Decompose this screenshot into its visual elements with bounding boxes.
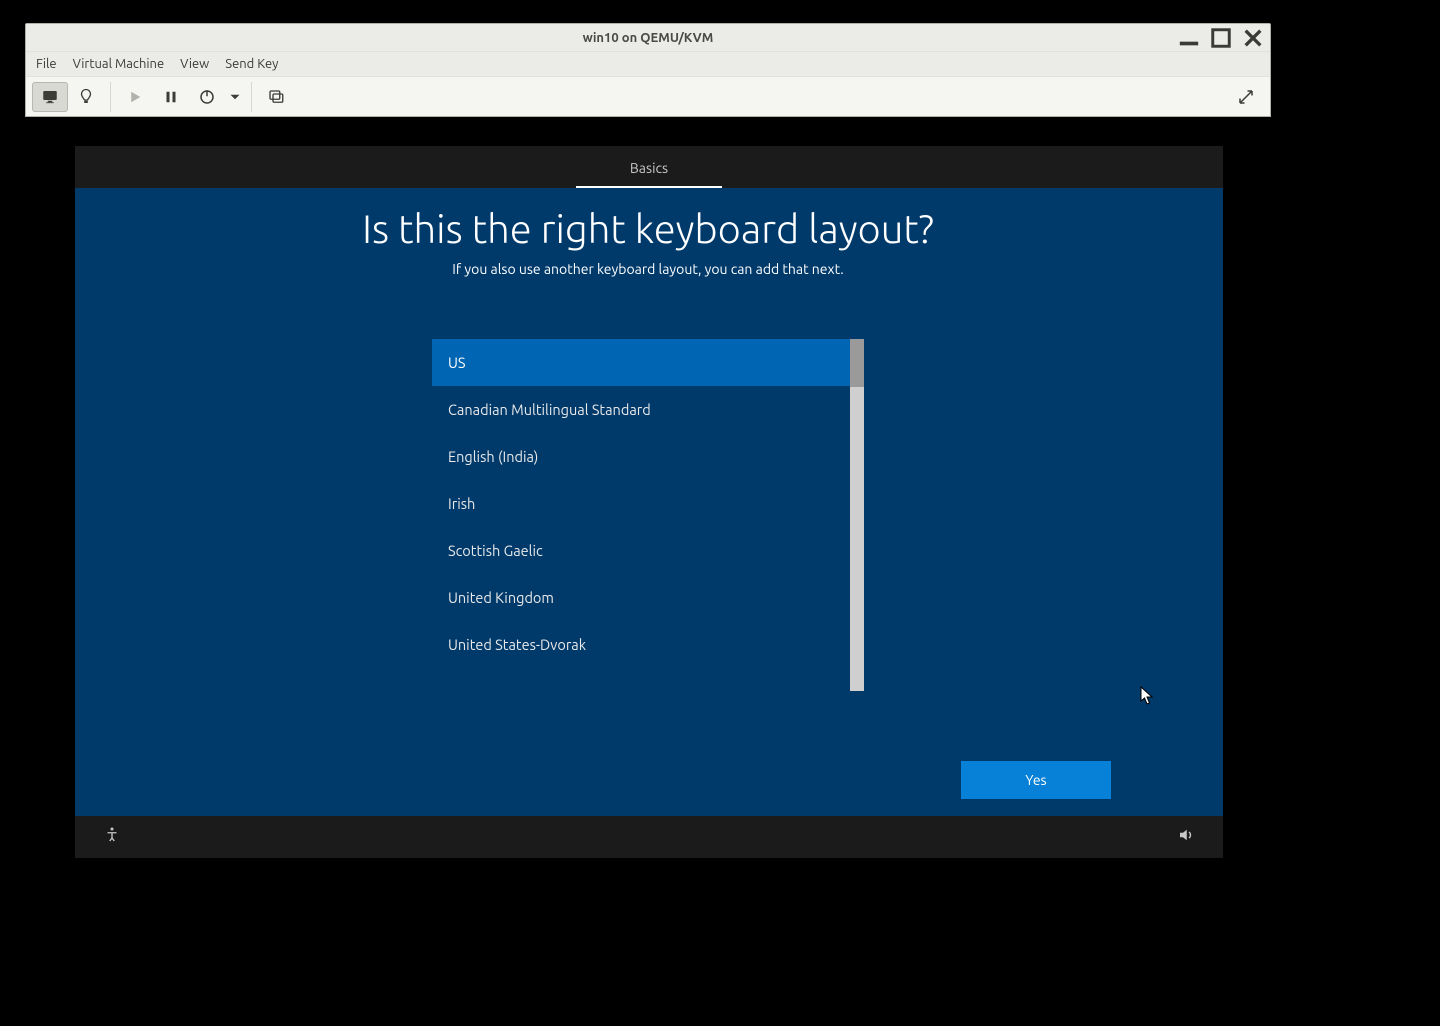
keyboard-layout-list[interactable]: USCanadian Multilingual StandardEnglish … <box>432 339 850 691</box>
menu-view[interactable]: View <box>180 57 209 71</box>
oobe-heading: Is this the right keyboard layout? <box>162 206 1134 251</box>
console-view-button[interactable] <box>32 82 68 112</box>
fullscreen-button[interactable] <box>1228 82 1264 112</box>
snapshots-button[interactable] <box>258 82 294 112</box>
tab-basics[interactable]: Basics <box>576 150 722 188</box>
power-button[interactable] <box>189 82 225 112</box>
layout-option[interactable]: US <box>432 339 850 386</box>
details-view-button[interactable] <box>68 82 104 112</box>
volume-icon[interactable] <box>1177 826 1195 848</box>
layout-option[interactable]: English (India) <box>432 433 850 480</box>
keyboard-layout-listbox: USCanadian Multilingual StandardEnglish … <box>432 339 864 691</box>
pause-button[interactable] <box>153 82 189 112</box>
power-dropdown[interactable] <box>225 82 245 112</box>
toolbar-separator <box>110 82 111 112</box>
run-button[interactable] <box>117 82 153 112</box>
layout-option[interactable]: Scottish Gaelic <box>432 527 850 574</box>
scrollbar[interactable] <box>850 339 864 691</box>
menu-send-key[interactable]: Send Key <box>225 57 278 71</box>
titlebar: win10 on QEMU/KVM <box>26 24 1270 52</box>
oobe-panel: Is this the right keyboard layout? If yo… <box>75 188 1223 816</box>
toolbar <box>26 76 1270 116</box>
menubar: File Virtual Machine View Send Key <box>26 52 1270 76</box>
menu-virtual-machine[interactable]: Virtual Machine <box>73 57 165 71</box>
accessibility-icon[interactable] <box>103 826 121 848</box>
layout-option[interactable]: United States-Dvorak <box>432 621 850 668</box>
layout-option[interactable]: Irish <box>432 480 850 527</box>
guest-display: Basics Is this the right keyboard layout… <box>75 146 1223 858</box>
scrollbar-thumb[interactable] <box>850 339 864 387</box>
toolbar-separator <box>251 82 252 112</box>
close-button[interactable] <box>1242 29 1264 47</box>
layout-option[interactable]: United Kingdom <box>432 574 850 621</box>
vm-window: win10 on QEMU/KVM File Virtual Machine V… <box>25 23 1271 117</box>
window-controls <box>1178 24 1264 52</box>
menu-file[interactable]: File <box>36 57 57 71</box>
maximize-button[interactable] <box>1210 29 1232 47</box>
oobe-inner: Is this the right keyboard layout? If yo… <box>162 188 1134 816</box>
window-title: win10 on QEMU/KVM <box>26 31 1270 45</box>
layout-option[interactable]: Canadian Multilingual Standard <box>432 386 850 433</box>
oobe-subheading: If you also use another keyboard layout,… <box>162 261 1134 277</box>
yes-button[interactable]: Yes <box>961 761 1111 799</box>
oobe-tabstrip: Basics <box>75 146 1223 188</box>
oobe-bottombar <box>75 816 1223 858</box>
minimize-button[interactable] <box>1178 29 1200 47</box>
